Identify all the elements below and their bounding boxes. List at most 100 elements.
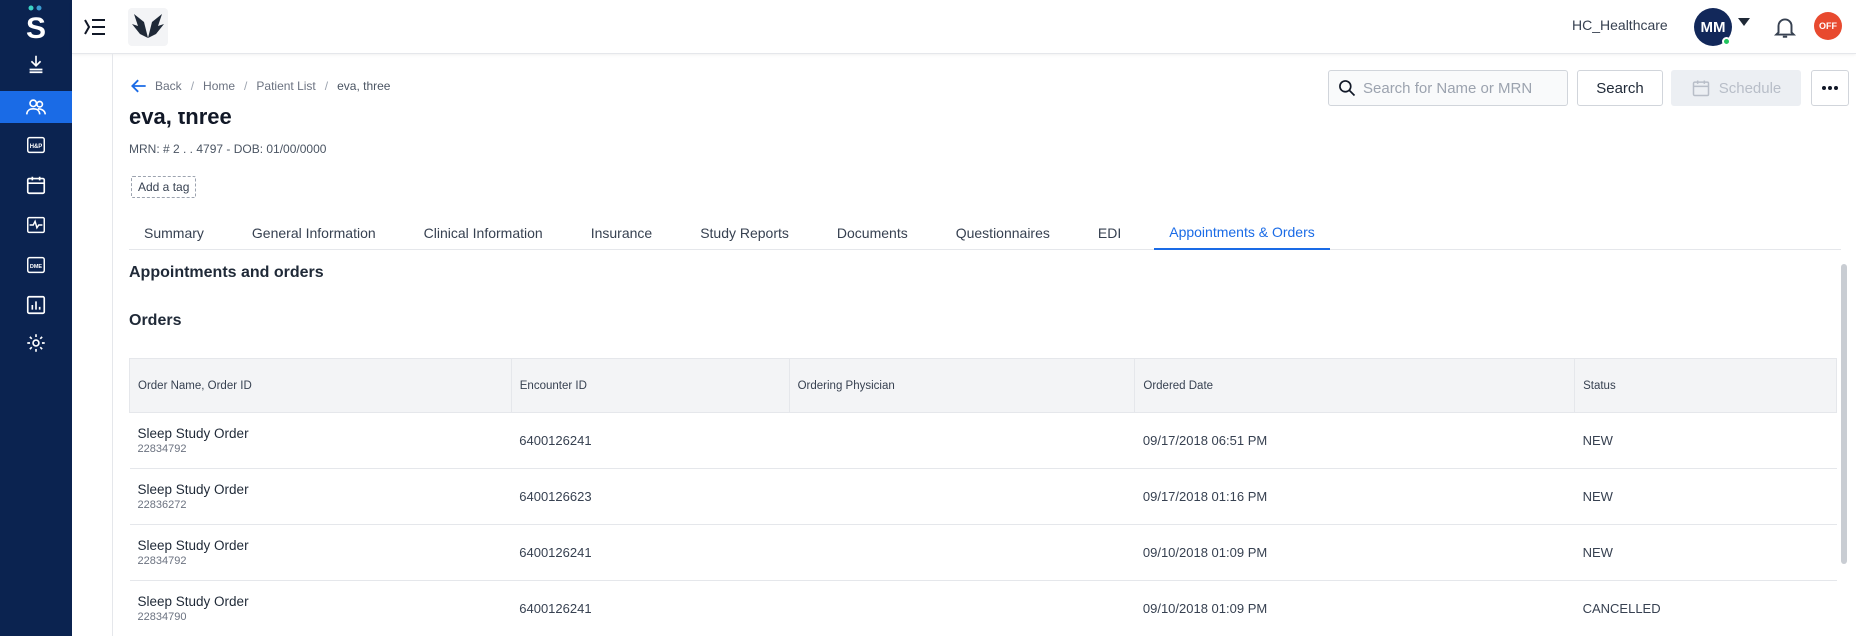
tab-documents[interactable]: Documents (822, 216, 923, 250)
patients-icon (26, 99, 46, 115)
encounter-id: 6400126241 (511, 580, 790, 636)
column-header-status[interactable]: Status (1574, 358, 1837, 413)
order-status: NEW (1574, 468, 1837, 525)
breadcrumb-separator: / (324, 79, 329, 93)
encounter-id: 6400126241 (511, 412, 790, 469)
order-name[interactable]: Sleep Study Order (138, 594, 504, 609)
brand-logo[interactable] (128, 8, 168, 46)
patient-mrn-dob: MRN: # 2 . . 4797 - DOB: 01/00/0000 (129, 142, 327, 156)
search-box (1328, 70, 1568, 106)
ordered-date: 09/17/2018 01:16 PM (1134, 468, 1575, 525)
svg-text:H&P: H&P (30, 144, 43, 150)
breadcrumb-home[interactable]: Home (203, 79, 235, 93)
online-status-dot (1722, 37, 1731, 46)
tab-edi[interactable]: EDI (1083, 216, 1136, 250)
orders-title: Orders (129, 312, 182, 329)
organization-name[interactable]: HC_Healthcare (1572, 17, 1668, 33)
calendar-icon (1692, 80, 1709, 97)
encounter-id: 6400126241 (511, 524, 790, 581)
calendar-icon (26, 176, 46, 195)
sidebar-item-reports[interactable] (0, 289, 72, 321)
tab-clinical-information[interactable]: Clinical Information (409, 216, 558, 250)
top-header: HC_Healthcare MM OFF (72, 0, 1856, 54)
column-header-encounter-id[interactable]: Encounter ID (510, 358, 790, 413)
sidebar-item-hp[interactable]: H&P (0, 129, 72, 161)
s-logo-icon: S (26, 5, 46, 42)
ordering-physician (789, 412, 1135, 469)
order-status: NEW (1574, 524, 1837, 581)
table-row[interactable]: Sleep Study Order 22834792 6400126241 09… (129, 412, 1837, 469)
encounter-id: 6400126623 (511, 468, 790, 525)
ordering-physician (789, 580, 1135, 636)
orders-table: Order Name, Order ID Encounter ID Orderi… (129, 358, 1837, 636)
order-name[interactable]: Sleep Study Order (138, 538, 504, 553)
breadcrumb-current: eva, three (337, 79, 391, 93)
section-title: Appointments and orders (129, 264, 324, 281)
ordering-physician (789, 468, 1135, 525)
table-row[interactable]: Sleep Study Order 22836272 6400126623 09… (129, 468, 1837, 525)
tab-study-reports[interactable]: Study Reports (685, 216, 804, 250)
more-options-button[interactable] (1811, 70, 1849, 106)
breadcrumb: Back / Home / Patient List / eva, three (129, 76, 390, 96)
column-header-ordering-physician[interactable]: Ordering Physician (788, 358, 1136, 413)
order-name-cell: Sleep Study Order 22836272 (129, 468, 512, 525)
sidebar-item-patients[interactable] (0, 91, 72, 123)
schedule-button[interactable]: Schedule (1671, 70, 1801, 106)
breadcrumb-separator: / (190, 79, 195, 93)
table-row[interactable]: Sleep Study Order 22834792 6400126241 09… (129, 524, 1837, 581)
search-icon (1339, 80, 1356, 97)
tab-insurance[interactable]: Insurance (576, 216, 667, 250)
left-sidebar: S H&P DME (0, 0, 72, 636)
order-id: 22834790 (137, 611, 187, 623)
download-icon (29, 55, 43, 74)
order-name[interactable]: Sleep Study Order (138, 482, 504, 497)
search-input[interactable] (1363, 79, 1563, 97)
tab-summary[interactable]: Summary (129, 216, 219, 250)
order-id: 22834792 (137, 555, 187, 567)
search-button[interactable]: Search (1577, 70, 1663, 106)
tab-appointments-orders[interactable]: Appointments & Orders (1154, 216, 1330, 250)
activity-icon (27, 216, 45, 234)
add-tag-button[interactable]: Add a tag (131, 176, 197, 198)
content-scrollbar[interactable] (1841, 264, 1847, 564)
ordered-date: 09/10/2018 01:09 PM (1134, 580, 1575, 636)
sidebar-item-activity[interactable] (0, 209, 72, 241)
order-status: NEW (1574, 412, 1837, 469)
app-logo[interactable]: S (0, 0, 72, 46)
breadcrumb-patient-list[interactable]: Patient List (256, 79, 315, 93)
breadcrumb-back[interactable]: Back (155, 79, 182, 93)
column-header-order-name[interactable]: Order Name, Order ID (129, 358, 512, 413)
main-content: Back / Home / Patient List / eva, three … (112, 54, 1856, 636)
table-header-row: Order Name, Order ID Encounter ID Orderi… (129, 358, 1837, 413)
ordered-date: 09/17/2018 06:51 PM (1134, 412, 1575, 469)
ordered-date: 09/10/2018 01:09 PM (1134, 524, 1575, 581)
off-status-badge[interactable]: OFF (1814, 12, 1842, 40)
sidebar-item-dme[interactable]: DME (0, 249, 72, 281)
order-id: 22834792 (137, 443, 187, 455)
order-name[interactable]: Sleep Study Order (138, 426, 504, 441)
column-header-ordered-date[interactable]: Ordered Date (1134, 358, 1576, 413)
wings-logo-icon (132, 14, 164, 38)
sidebar-item-settings[interactable] (0, 327, 72, 359)
order-id: 22836272 (137, 499, 187, 511)
more-horizontal-icon (1822, 86, 1838, 90)
arrow-left-icon[interactable] (129, 76, 149, 96)
menu-collapse-icon (84, 19, 105, 35)
patient-tabs: Summary General Information Clinical Inf… (129, 216, 1841, 250)
order-name-cell: Sleep Study Order 22834790 (129, 580, 512, 636)
svg-text:DME: DME (30, 264, 43, 270)
order-name-cell: Sleep Study Order 22834792 (129, 524, 512, 581)
chevron-down-icon[interactable] (1738, 18, 1750, 26)
tab-general-information[interactable]: General Information (237, 216, 391, 250)
breadcrumb-separator: / (244, 79, 248, 93)
sidebar-item-download[interactable] (0, 48, 72, 80)
hp-icon: H&P (27, 136, 45, 154)
table-row[interactable]: Sleep Study Order 22834790 6400126241 09… (129, 580, 1837, 636)
order-status: CANCELLED (1574, 580, 1837, 636)
sidebar-item-calendar[interactable] (0, 169, 72, 201)
tab-questionnaires[interactable]: Questionnaires (941, 216, 1065, 250)
menu-toggle-button[interactable] (82, 14, 108, 40)
bar-chart-icon (26, 295, 46, 315)
bell-icon[interactable] (1772, 14, 1798, 40)
schedule-label: Schedule (1718, 79, 1782, 97)
